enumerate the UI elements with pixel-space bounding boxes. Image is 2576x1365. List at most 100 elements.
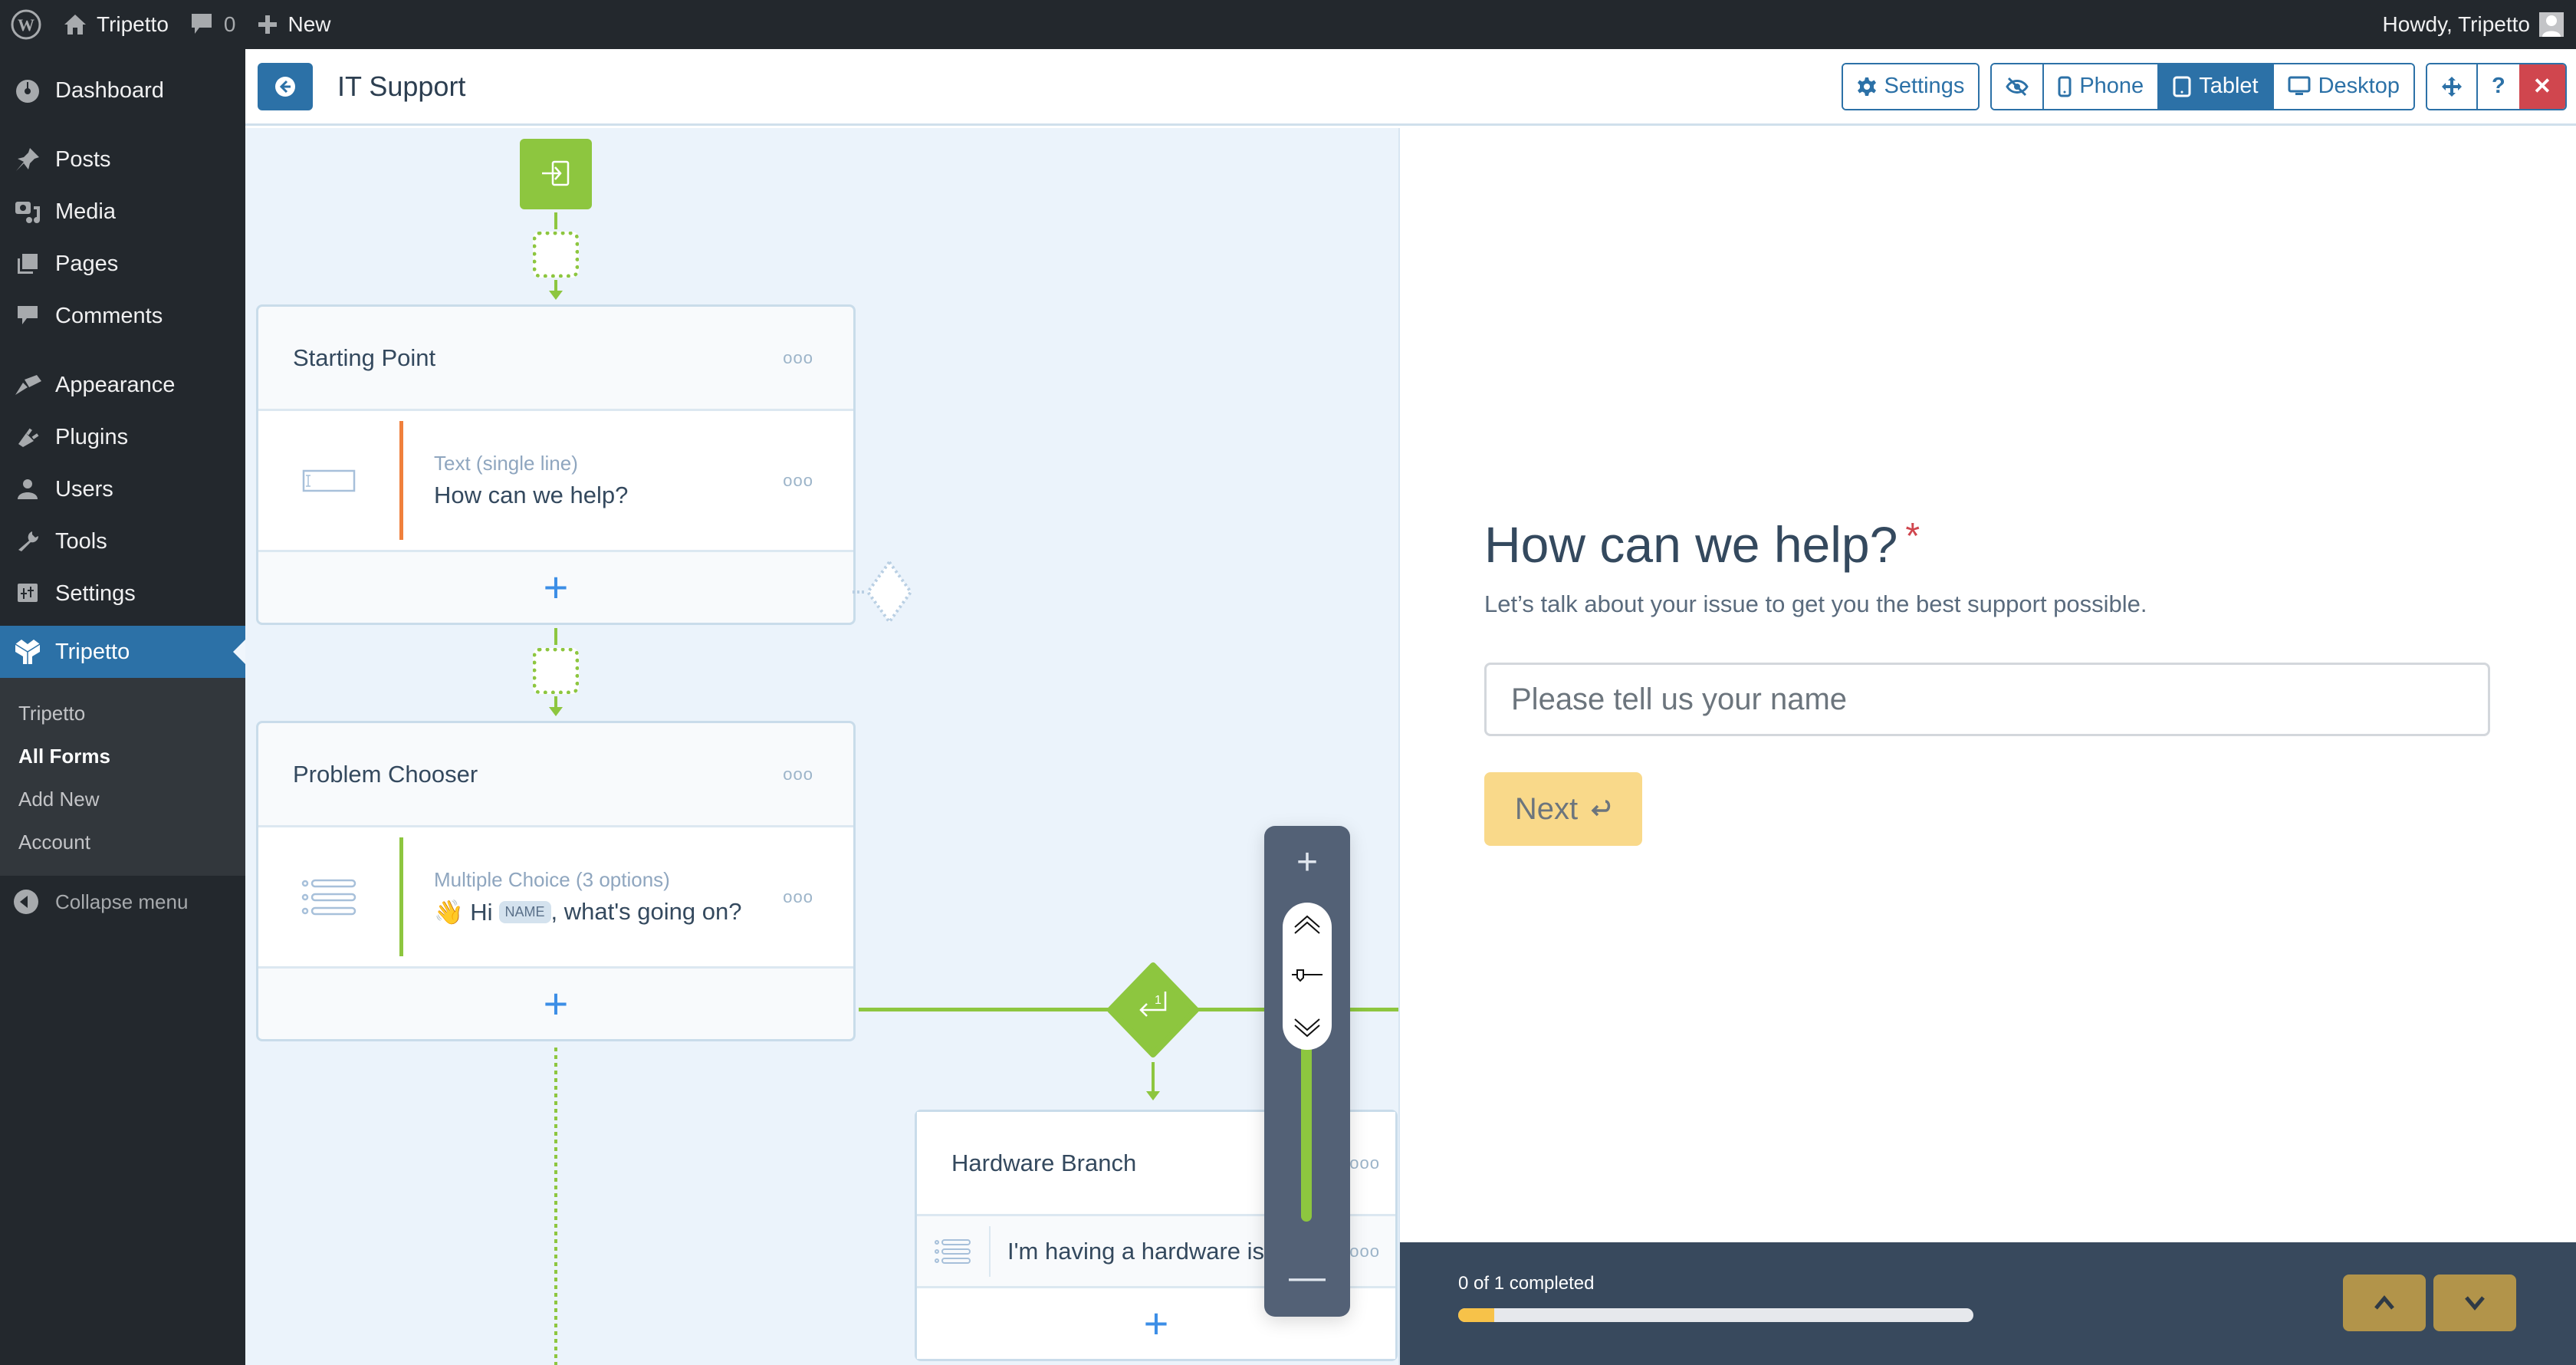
submenu-item-all-forms[interactable]: All Forms <box>0 735 245 778</box>
double-chevron-up-icon[interactable] <box>1292 913 1322 936</box>
block-text-single-line[interactable]: Text (single line) How can we help? ooo <box>258 411 853 552</box>
comment-icon <box>12 301 43 331</box>
my-account[interactable]: Howdy, Tripetto <box>2383 12 2576 37</box>
arrow-down-icon <box>549 291 563 300</box>
admin-sidebar: Dashboard Posts Media Pages Comments App… <box>0 49 245 1365</box>
section-menu-button[interactable]: ooo <box>783 765 813 784</box>
sidebar-item-label: Comments <box>55 303 163 328</box>
progress-bar <box>1458 1308 1973 1322</box>
block-name: How can we help? <box>434 482 628 509</box>
add-branch-placeholder[interactable] <box>851 558 928 627</box>
block-accent-bar <box>399 421 403 540</box>
previous-button[interactable] <box>2343 1275 2426 1331</box>
block-name-suffix: , what's going on? <box>550 898 742 925</box>
sidebar-item-settings[interactable]: Settings <box>0 567 245 620</box>
submenu-item-tripetto[interactable]: Tripetto <box>0 692 245 735</box>
device-desktop-button[interactable]: Desktop <box>2272 64 2413 109</box>
close-button[interactable]: ✕ <box>2518 64 2565 109</box>
section-starting-point[interactable]: Starting Point ooo Text (single line) Ho… <box>256 304 856 625</box>
section-header[interactable]: Starting Point ooo <box>258 307 853 411</box>
tripetto-logo-icon <box>12 636 43 667</box>
block-menu-button[interactable]: ooo <box>783 471 813 491</box>
sign-in-icon <box>542 160 570 186</box>
block-menu-button[interactable]: ooo <box>1349 1242 1380 1261</box>
start-node[interactable] <box>520 139 592 209</box>
collapse-menu-button[interactable]: Collapse menu <box>0 876 245 928</box>
section-menu-button[interactable]: ooo <box>1349 1153 1380 1173</box>
add-block-button[interactable]: + <box>258 552 853 623</box>
question-text: How can we help? <box>1484 516 1898 573</box>
drop-placeholder[interactable] <box>533 232 579 278</box>
block-name-text: How can we help? <box>434 482 629 508</box>
zoom-slider-handle[interactable] <box>1283 903 1332 1050</box>
tripetto-submenu: Tripetto All Forms Add New Account <box>0 678 245 876</box>
drop-placeholder[interactable] <box>533 648 579 694</box>
sidebar-item-media[interactable]: Media <box>0 186 245 238</box>
submenu-item-account[interactable]: Account <box>0 821 245 863</box>
move-button[interactable] <box>2426 64 2476 109</box>
new-label: New <box>288 12 331 36</box>
slider-icon <box>1292 969 1322 982</box>
block-accent-bar <box>399 837 403 956</box>
wordpress-logo-button[interactable]: W <box>0 0 52 49</box>
branch-number: 1 <box>1155 994 1162 1007</box>
device-group: Phone Tablet Desktop <box>1990 62 2415 110</box>
sidebar-item-label: Posts <box>55 146 111 172</box>
sidebar-item-posts[interactable]: Posts <box>0 133 245 186</box>
sidebar-item-label: Appearance <box>55 372 176 397</box>
comments-link[interactable]: 0 <box>179 0 247 49</box>
block-name: I'm having a hardware is... <box>1007 1237 1284 1265</box>
sidebar-item-comments[interactable]: Comments <box>0 290 245 342</box>
device-tablet-button[interactable]: Tablet <box>2157 64 2272 109</box>
section-problem-chooser[interactable]: Problem Chooser ooo Multiple Choice (3 o… <box>256 721 856 1041</box>
name-input[interactable] <box>1484 663 2490 736</box>
desktop-label: Desktop <box>2318 74 2400 98</box>
sidebar-item-tools[interactable]: Tools <box>0 515 245 567</box>
zoom-in-button[interactable]: + <box>1264 841 1350 883</box>
sidebar-item-label: Plugins <box>55 424 129 449</box>
help-button[interactable]: ? <box>2476 64 2519 109</box>
block-name: 👋 Hi NAME, what's going on? <box>434 898 741 926</box>
form-builder-canvas[interactable]: Starting Point ooo Text (single line) Ho… <box>245 128 1398 1365</box>
zoom-out-button[interactable]: — <box>1264 1256 1350 1298</box>
sidebar-item-users[interactable]: Users <box>0 463 245 515</box>
sidebar-item-pages[interactable]: Pages <box>0 238 245 290</box>
sidebar-item-tripetto[interactable]: Tripetto <box>0 626 245 678</box>
submenu-item-add-new[interactable]: Add New <box>0 778 245 821</box>
sidebar-item-appearance[interactable]: Appearance <box>0 359 245 411</box>
paintbrush-icon <box>12 370 43 400</box>
question-title: How can we help? * <box>1484 515 1920 574</box>
site-name-link[interactable]: Tripetto <box>52 0 179 49</box>
new-content-link[interactable]: New <box>246 0 341 49</box>
section-header[interactable]: Problem Chooser ooo <box>258 723 853 827</box>
dotted-connector <box>554 1048 557 1365</box>
next-section-button[interactable] <box>2433 1275 2516 1331</box>
name-variable-tag: NAME <box>498 900 551 923</box>
branch-node[interactable]: 1 <box>1106 962 1201 1057</box>
block-menu-button[interactable]: ooo <box>783 887 813 907</box>
settings-button[interactable]: Settings <box>1842 64 1979 109</box>
sidebar-item-label: Pages <box>55 251 119 276</box>
add-block-button[interactable]: + <box>258 969 853 1039</box>
sidebar-item-label: Settings <box>55 581 136 606</box>
sidebar-item-label: Tripetto <box>55 639 130 664</box>
form-navigation-bar: 0 of 1 completed <box>1400 1242 2576 1365</box>
arrow-down-icon <box>549 707 563 716</box>
block-name-prefix: 👋 Hi <box>434 898 493 926</box>
block-type: Multiple Choice (3 options) <box>434 867 670 891</box>
hide-preview-button[interactable] <box>1992 64 2043 109</box>
comments-count: 0 <box>223 12 236 36</box>
tablet-icon <box>2173 76 2191 97</box>
double-chevron-down-icon[interactable] <box>1292 1016 1322 1039</box>
device-phone-button[interactable]: Phone <box>2042 64 2158 109</box>
required-marker: * <box>1905 516 1920 557</box>
phone-label: Phone <box>2079 74 2144 98</box>
block-multiple-choice[interactable]: Multiple Choice (3 options) 👋 Hi NAME, w… <box>258 827 853 969</box>
arrow-down-icon <box>1146 1091 1160 1100</box>
sidebar-item-plugins[interactable]: Plugins <box>0 411 245 463</box>
section-menu-button[interactable]: ooo <box>783 348 813 368</box>
next-button[interactable]: Next <box>1484 772 1642 846</box>
sidebar-item-dashboard[interactable]: Dashboard <box>0 64 245 117</box>
back-button[interactable] <box>258 62 313 110</box>
connector-line <box>554 212 557 229</box>
